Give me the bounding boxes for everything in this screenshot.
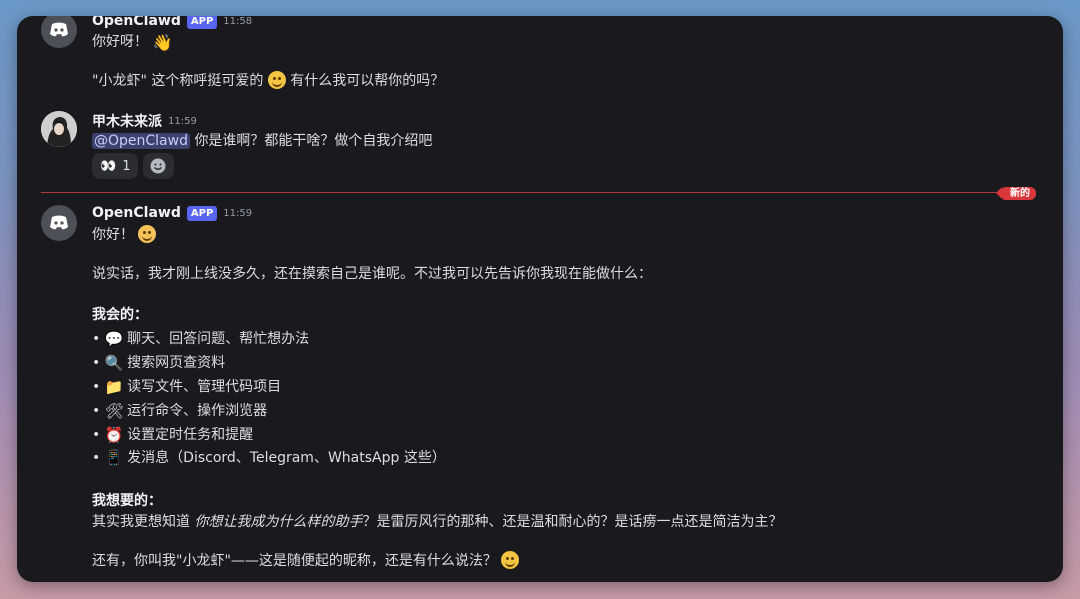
greeting-text: 你好！: [92, 227, 134, 243]
bot-avatar[interactable]: [41, 205, 77, 241]
app-badge: APP: [186, 205, 218, 221]
timestamp: 11:58: [223, 16, 253, 27]
list-item: • 📁 读写文件、管理代码项目: [92, 378, 282, 396]
author-name[interactable]: 甲木未来派: [92, 111, 162, 131]
new-messages-divider: [41, 192, 1035, 193]
closing-text: 还有，你叫我"小龙虾"——这是随便起的昵称，还是有什么说法？: [92, 550, 520, 570]
nickname-text: "小龙虾" 这个称呼挺可爱的: [92, 73, 264, 89]
discord-logo-icon: [50, 215, 68, 230]
grinning-face-icon: [267, 71, 286, 89]
list-item-text: 聊天、回答问题、帮忙想办法: [127, 331, 310, 347]
list-item-text: 运行命令、操作浏览器: [127, 403, 268, 419]
smiling-face-icon: [138, 225, 157, 243]
add-reaction-icon: [150, 158, 166, 174]
reaction-eyes[interactable]: 👀 1: [92, 153, 138, 179]
message-line: 你好呀！ 👋: [92, 31, 172, 52]
reaction-count: 1: [122, 158, 131, 174]
timestamp: 11:59: [223, 207, 253, 219]
list-item: • ⏰ 设置定时任务和提醒: [92, 426, 254, 444]
question-text: 你是谁啊？都能干啥？做个自我介绍吧: [194, 133, 433, 149]
user-avatar[interactable]: [41, 111, 77, 147]
grinning-face-icon: [501, 551, 520, 569]
folder-icon: 📁: [104, 378, 124, 396]
closing-text-body: 还有，你叫我"小龙虾"——这是随便起的昵称，还是有什么说法？: [92, 553, 497, 569]
offer-help-text: 有什么我可以帮你的吗？: [290, 73, 445, 89]
new-messages-badge: 新的: [996, 187, 1036, 200]
add-reaction-button[interactable]: [143, 153, 174, 179]
message-line: 你好！: [92, 224, 157, 244]
list-item-text: 搜索网页查资料: [127, 355, 226, 371]
list-item-text: 设置定时任务和提醒: [127, 427, 254, 443]
list-item: • 💬 聊天、回答问题、帮忙想办法: [92, 330, 310, 348]
author-name[interactable]: OpenClawd: [92, 16, 181, 29]
want-text-b: ？是雷厉风行的那种、还是温和耐心的？是话痨一点还是简洁为主？: [362, 514, 783, 530]
user-portrait-icon: [41, 111, 77, 147]
bot-avatar[interactable]: [41, 16, 77, 48]
waving-hand-icon: 👋: [152, 33, 173, 52]
intro-text: 说实话，我才刚上线没多久，还在摸索自己是谁呢。不过我可以先告诉你我现在能做什么：: [92, 266, 652, 282]
can-do-heading: 我会的：: [92, 307, 148, 323]
chat-window: OpenClawd APP 11:58 你好呀！ 👋 "小龙虾" 这个称呼挺可爱…: [17, 16, 1063, 582]
want-text-a: 其实我更想知道: [92, 514, 195, 530]
want-text: 其实我更想知道 你想让我成为什么样的助手？是雷厉风行的那种、还是温和耐心的？是话…: [92, 511, 782, 531]
list-item: • 🛠 运行命令、操作浏览器: [92, 402, 268, 420]
message-line: @OpenClawd 你是谁啊？都能干啥？做个自我介绍吧: [92, 130, 432, 150]
list-item-text: 发消息（Discord、Telegram、WhatsApp 这些）: [127, 450, 446, 466]
speech-bubble-icon: 💬: [104, 330, 124, 348]
discord-logo-icon: [50, 22, 68, 37]
magnifier-icon: 🔍: [104, 354, 124, 372]
list-item-text: 读写文件、管理代码项目: [127, 379, 282, 395]
list-item: • 📱 发消息（Discord、Telegram、WhatsApp 这些）: [92, 449, 446, 467]
greeting-text: 你好呀！: [92, 34, 148, 50]
timestamp: 11:59: [168, 115, 197, 127]
alarm-clock-icon: ⏰: [104, 426, 124, 444]
message-line: "小龙虾" 这个称呼挺可爱的 有什么我可以帮你的吗？: [92, 70, 444, 90]
tools-icon: 🛠: [104, 402, 124, 420]
want-text-italic: 你想让我成为什么样的助手: [194, 514, 363, 530]
want-heading: 我想要的：: [92, 493, 162, 509]
mention-openclawd[interactable]: @OpenClawd: [92, 133, 190, 149]
mobile-phone-icon: 📱: [104, 449, 124, 467]
app-badge: APP: [186, 16, 218, 29]
list-item: • 🔍 搜索网页查资料: [92, 354, 226, 372]
eyes-icon: 👀: [100, 158, 117, 174]
author-name[interactable]: OpenClawd: [92, 205, 181, 221]
